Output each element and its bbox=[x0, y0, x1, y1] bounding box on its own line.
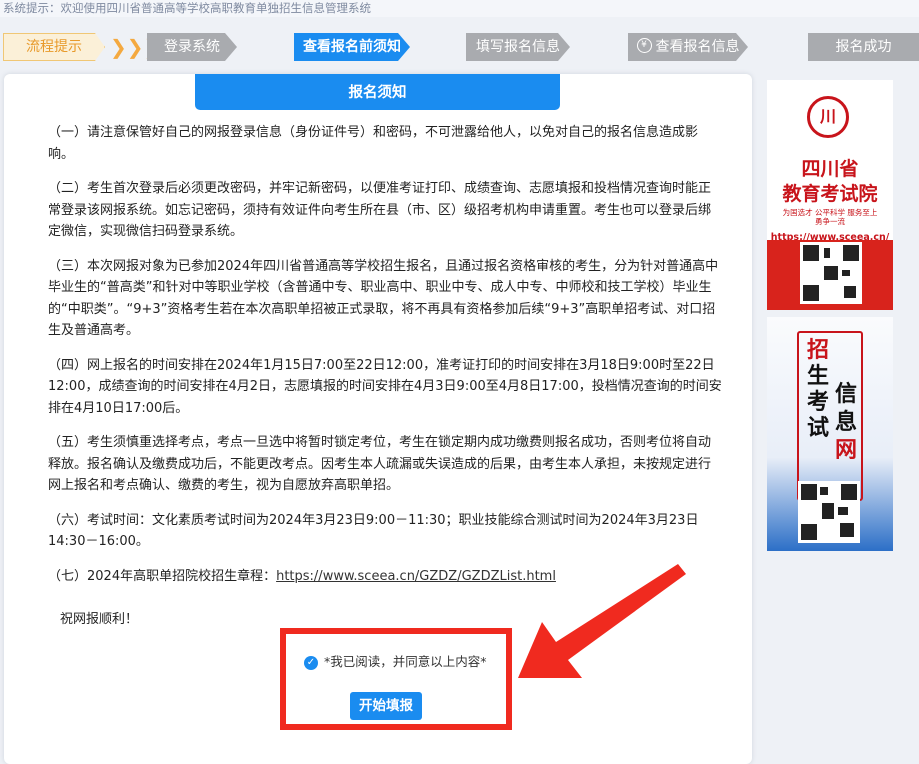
agree-highlight-box: ✓ *我已阅读，并同意以上内容* 开始填报 bbox=[280, 628, 512, 730]
qr-code-icon bbox=[798, 481, 860, 543]
recruitment-info-banner[interactable]: 招 生 考 试 信 息 网 bbox=[767, 317, 893, 551]
banner-institute: 教育考试院 bbox=[782, 183, 878, 205]
step-login[interactable]: 登录系统 bbox=[147, 33, 237, 61]
red-arrow-icon bbox=[518, 564, 686, 678]
notice-paragraph-2: （二）考生首次登录后必须更改密码，并牢记新密码，以便准考证打印、成绩查询、志愿填… bbox=[48, 181, 712, 239]
step-flow-tip: 流程提示 bbox=[3, 33, 105, 61]
agree-checkbox[interactable]: ✓ *我已阅读，并同意以上内容* bbox=[304, 651, 487, 670]
agree-label: *我已阅读，并同意以上内容* bbox=[324, 654, 487, 669]
exam-institute-banner[interactable]: 川 四川省 教育考试院 为国选才 公平科学 服务至上 勇争一流 https://… bbox=[767, 80, 893, 310]
banner-char-4: 试 bbox=[807, 416, 830, 441]
yen-icon: ¥ bbox=[637, 38, 652, 53]
notice-paragraph-6: （六）考试时间：文化素质考试时间为2024年3月23日9:00－11:30；职业… bbox=[48, 512, 699, 550]
banner-province: 四川省 bbox=[801, 158, 859, 180]
step-view-info[interactable]: ¥ 查看报名信息 bbox=[628, 33, 748, 61]
step-fill-info[interactable]: 填写报名信息 bbox=[466, 33, 570, 61]
step-notice[interactable]: 查看报名前须知 bbox=[294, 33, 410, 61]
banner-char-7: 网 bbox=[835, 438, 858, 463]
charter-prefix: （七）2024年高职单招院校招生章程： bbox=[48, 568, 277, 584]
banner-char-2: 生 bbox=[807, 364, 830, 389]
banner-char-3: 考 bbox=[807, 390, 830, 415]
step-bar: 流程提示 ❯❯❯ 登录系统 查看报名前须知 填写报名信息 ¥ 查看报名信息 报名成… bbox=[0, 33, 919, 61]
institute-emblem-icon: 川 bbox=[807, 96, 849, 138]
step-view-info-label: 查看报名信息 bbox=[655, 39, 740, 55]
banner-motto-2: 勇争一流 bbox=[815, 217, 845, 226]
notice-paragraph-5: （五）考生须慎重选择考点，考点一旦选中将暂时锁定考位，考生在锁定期内成功缴费则报… bbox=[48, 435, 712, 493]
notice-paragraph-1: （一）请注意保管好自己的网报登录信息（身份证件号）和密码，不可泄露给他人，以免对… bbox=[48, 125, 699, 162]
banner-char-6: 息 bbox=[835, 410, 858, 435]
qr-code-icon bbox=[800, 242, 862, 304]
step-success[interactable]: 报名成功 bbox=[808, 33, 919, 61]
notice-content: （一）请注意保管好自己的网报登录信息（身份证件号）和密码，不可泄露给他人，以免对… bbox=[48, 122, 723, 600]
notice-title: 报名须知 bbox=[195, 74, 560, 110]
system-tip: 系统提示：欢迎使用四川省普通高等学校高职教育单独招生信息管理系统 bbox=[0, 0, 919, 17]
banner-char-1: 招 bbox=[807, 338, 830, 363]
wish-text: 祝网报顺利！ bbox=[60, 612, 139, 627]
banner-char-5: 信 bbox=[835, 382, 858, 407]
start-fill-button[interactable]: 开始填报 bbox=[350, 692, 422, 720]
notice-paragraph-4: （四）网上报名的时间安排在2024年1月15日7:00至22日12:00，准考证… bbox=[48, 357, 722, 416]
checkmark-icon[interactable]: ✓ bbox=[304, 655, 318, 670]
notice-paragraph-3: （三）本次网报对象为已参加2024年四川省普通高等学校招生报名，且通过报名资格审… bbox=[48, 258, 719, 339]
